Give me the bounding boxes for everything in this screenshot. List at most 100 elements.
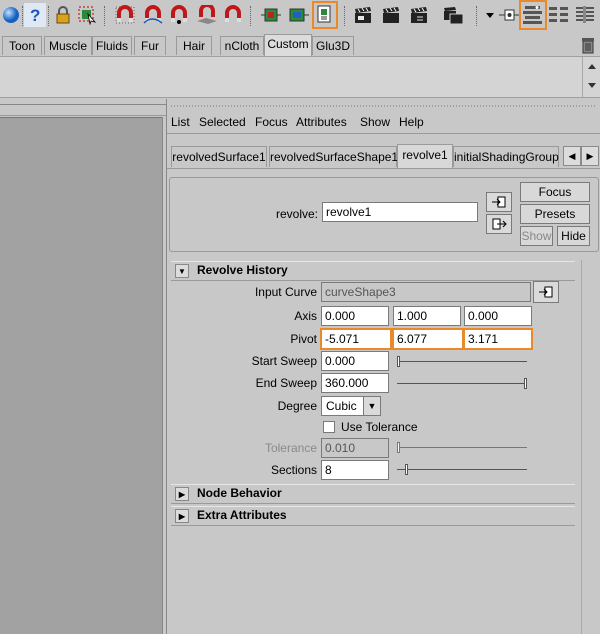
tab-revolvedsurfaceshape1[interactable]: revolvedSurfaceShape1 xyxy=(269,146,398,167)
menu-selected[interactable]: Selected xyxy=(199,115,246,129)
start-sweep-slider[interactable] xyxy=(397,356,527,367)
shelf-tab-fur[interactable]: Fur xyxy=(134,36,166,55)
menu-show[interactable]: Show xyxy=(360,115,390,129)
sections-label: Sections xyxy=(270,463,317,477)
clapper-icon[interactable] xyxy=(352,3,374,27)
show-button[interactable]: Show xyxy=(520,226,553,246)
help-icon[interactable]: ? xyxy=(24,3,46,27)
menu-list[interactable]: List xyxy=(171,115,190,129)
tab-revolve1[interactable]: revolve1 xyxy=(397,144,453,168)
section-title: Revolve History xyxy=(197,263,288,277)
use-tolerance-label: Use Tolerance xyxy=(341,420,418,434)
end-sweep-slider[interactable] xyxy=(397,378,527,389)
input-curve-field: curveShape3 xyxy=(321,282,531,302)
viewport-header xyxy=(0,106,166,116)
render-region-icon[interactable] xyxy=(260,3,282,27)
ae-scrollbar[interactable] xyxy=(581,260,600,634)
tab-scroll-right-icon[interactable]: ▶ xyxy=(581,146,599,166)
extra-attributes-header[interactable]: ▶ Extra Attributes xyxy=(171,506,575,526)
lock-icon[interactable] xyxy=(52,3,74,27)
pivot-y-field[interactable]: 6.077 xyxy=(392,328,464,350)
use-tolerance-checkbox[interactable] xyxy=(323,421,335,433)
degree-value: Cubic xyxy=(326,399,357,413)
pivot-label: Pivot xyxy=(290,332,317,346)
node-tab-bar: revolvedSurface1 revolvedSurfaceShape1 r… xyxy=(167,144,600,168)
tab-scroll-left-icon[interactable]: ◀ xyxy=(563,146,581,166)
menu-help[interactable]: Help xyxy=(399,115,424,129)
start-sweep-field[interactable]: 0.000 xyxy=(321,351,389,371)
revolve-history-header[interactable]: ▼ Revolve History xyxy=(171,261,575,281)
focus-button[interactable]: Focus xyxy=(520,182,590,202)
degree-select[interactable]: Cubic ▼ xyxy=(321,396,381,416)
shelf-tab-fluids[interactable]: Fluids xyxy=(92,36,132,55)
sphere-icon[interactable] xyxy=(0,3,22,27)
dropdown-icon[interactable] xyxy=(482,3,498,27)
chevron-down-icon[interactable]: ▼ xyxy=(363,397,380,415)
magnet-live-icon[interactable] xyxy=(222,3,244,27)
hide-button[interactable]: Hide xyxy=(557,226,590,246)
tab-revolvedsurface1[interactable]: revolvedSurface1 xyxy=(171,146,267,167)
clapper-settings-icon[interactable] xyxy=(408,3,430,27)
toolbar-separator xyxy=(48,6,51,26)
render-icon[interactable] xyxy=(288,3,310,27)
presets-button[interactable]: Presets xyxy=(520,204,590,224)
magnet-plane-icon[interactable] xyxy=(196,3,218,27)
shelf-tab-glu3d[interactable]: Glu3D xyxy=(312,36,354,55)
axis-y-field[interactable]: 1.000 xyxy=(393,306,461,326)
tool-settings-icon[interactable] xyxy=(548,3,570,27)
axis-z-field[interactable]: 0.000 xyxy=(464,306,532,326)
clapper-ipr-icon[interactable] xyxy=(380,3,402,27)
snapshot-icon[interactable] xyxy=(312,1,338,29)
viewport[interactable] xyxy=(0,117,162,634)
shelf-tab-ncloth[interactable]: nCloth xyxy=(220,36,264,55)
node-type-label: revolve: xyxy=(275,207,318,221)
shelf-tab-custom[interactable]: Custom xyxy=(264,34,312,56)
pivot-z-field[interactable]: 3.171 xyxy=(463,328,533,350)
end-sweep-field[interactable]: 360.000 xyxy=(321,373,389,393)
axis-x-field[interactable]: 0.000 xyxy=(321,306,389,326)
input-ops-icon[interactable] xyxy=(498,3,520,27)
end-sweep-label: End Sweep xyxy=(255,376,317,390)
select-icon[interactable] xyxy=(76,3,98,27)
slider-handle[interactable] xyxy=(524,378,527,389)
node-name-field[interactable]: revolve1 xyxy=(322,202,478,222)
node-behavior-header[interactable]: ▶ Node Behavior xyxy=(171,484,575,504)
pivot-x-field[interactable]: -5.071 xyxy=(320,328,392,350)
slider-handle xyxy=(397,442,400,453)
tabs-divider xyxy=(167,168,600,169)
magnet-icon[interactable] xyxy=(114,3,136,27)
tab-initialshadinggroup[interactable]: initialShadingGroup xyxy=(453,146,559,167)
sections-field[interactable]: 8 xyxy=(321,460,389,480)
shelf-tab-toon[interactable]: Toon xyxy=(2,36,42,55)
slider-handle[interactable] xyxy=(397,356,400,367)
sections-slider[interactable] xyxy=(397,464,527,475)
menu-focus[interactable]: Focus xyxy=(255,115,288,129)
shelf-scrollbar[interactable] xyxy=(582,57,600,97)
ae-menubar: List Selected Focus Attributes Show Help xyxy=(167,112,600,132)
attribute-editor-icon[interactable] xyxy=(519,0,547,30)
tolerance-label: Tolerance xyxy=(264,441,317,455)
magnet-curve-icon[interactable] xyxy=(142,3,164,27)
ae-drag-handle[interactable] xyxy=(167,99,600,107)
slider-handle[interactable] xyxy=(405,464,408,475)
menu-attributes[interactable]: Attributes xyxy=(296,115,347,129)
svg-text:?: ? xyxy=(30,6,40,25)
output-connections-icon[interactable] xyxy=(486,214,512,234)
node-header: revolve: revolve1 Focus Presets Show Hid… xyxy=(169,177,599,252)
tolerance-slider xyxy=(397,442,527,453)
input-curve-connect-icon[interactable] xyxy=(533,281,559,303)
expand-icon[interactable]: ▶ xyxy=(175,487,189,501)
channel-box-icon[interactable] xyxy=(574,3,596,27)
expand-icon[interactable]: ▶ xyxy=(175,509,189,523)
shelf-tab-hair[interactable]: Hair xyxy=(176,36,212,55)
collapse-icon[interactable]: ▼ xyxy=(175,264,189,278)
menu-divider xyxy=(167,133,600,134)
magnet-point-icon[interactable] xyxy=(168,3,190,27)
shelf-content xyxy=(0,56,600,98)
panel-divider xyxy=(0,99,166,105)
input-connections-icon[interactable] xyxy=(486,192,512,212)
trash-icon[interactable] xyxy=(580,36,596,54)
section-title: Extra Attributes xyxy=(197,508,287,522)
shelf-tab-muscle[interactable]: Muscle xyxy=(44,36,92,55)
clapper-batch-icon[interactable] xyxy=(442,3,464,27)
